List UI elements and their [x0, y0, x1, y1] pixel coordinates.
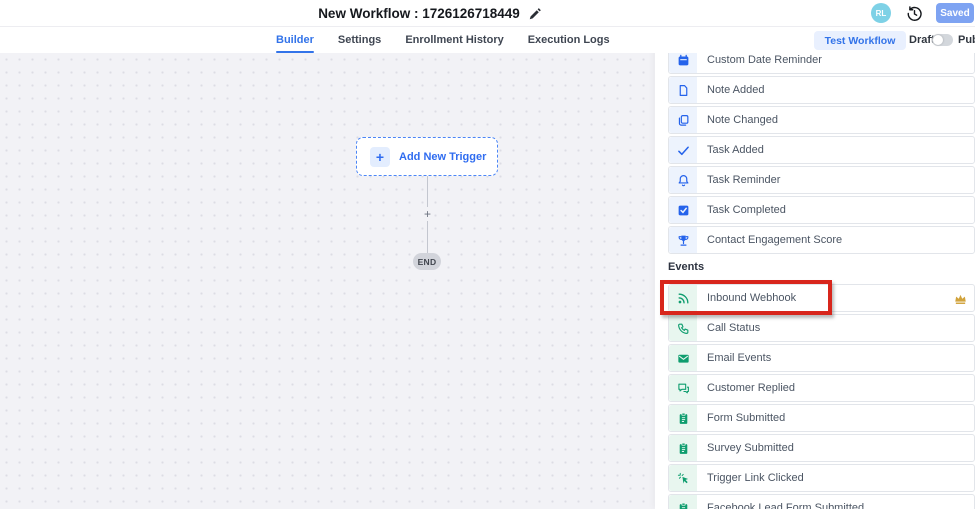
tab-execution-logs[interactable]: Execution Logs	[528, 27, 610, 53]
trigger-item-email-events[interactable]: Email Events	[668, 344, 975, 372]
clipboard-icon	[669, 435, 697, 461]
top-bar: New Workflow : 1726126718449 RL Saved	[0, 0, 975, 27]
toggle-knob	[933, 35, 943, 45]
trigger-item-facebook-lead-form-submitted[interactable]: Facebook Lead Form Submitted	[668, 494, 975, 509]
cursor-click-icon	[669, 465, 697, 491]
bell-icon	[669, 167, 697, 193]
trigger-item-survey-submitted[interactable]: Survey Submitted	[668, 434, 975, 462]
add-new-trigger-button[interactable]: + Add New Trigger	[356, 137, 498, 176]
trigger-item-task-reminder[interactable]: Task Reminder	[668, 166, 975, 194]
test-workflow-button[interactable]: Test Workflow	[814, 31, 906, 50]
tab-builder[interactable]: Builder	[276, 27, 314, 53]
edit-title-pencil-icon[interactable]	[528, 7, 542, 21]
tab-enrollment-history[interactable]: Enrollment History	[405, 27, 503, 53]
trigger-item-customer-replied[interactable]: Customer Replied	[668, 374, 975, 402]
workflow-canvas[interactable]: + Add New Trigger + END	[0, 53, 656, 509]
trigger-item-trigger-link-clicked[interactable]: Trigger Link Clicked	[668, 464, 975, 492]
add-trigger-label: Add New Trigger	[399, 151, 486, 163]
tabs: Builder Settings Enrollment History Exec…	[276, 27, 610, 53]
trigger-sidebar: Custom Date Reminder Note Added Note Cha…	[655, 27, 975, 509]
tab-settings[interactable]: Settings	[338, 27, 381, 53]
version-history-icon[interactable]	[906, 5, 923, 22]
plus-icon: +	[370, 147, 390, 167]
trigger-item-task-completed[interactable]: Task Completed	[668, 196, 975, 224]
trigger-item-inbound-webhook[interactable]: Inbound Webhook	[668, 284, 975, 312]
check-icon	[669, 137, 697, 163]
user-avatar[interactable]: RL	[871, 3, 891, 23]
envelope-icon	[669, 345, 697, 371]
workflow-builder-app: New Workflow : 1726126718449 RL Saved Bu…	[0, 0, 975, 509]
chat-bubbles-icon	[669, 375, 697, 401]
draft-label: Draft	[909, 34, 935, 46]
publish-toggle[interactable]	[932, 34, 953, 46]
trigger-item-note-changed[interactable]: Note Changed	[668, 106, 975, 134]
clipboard-icon	[669, 405, 697, 431]
add-step-plus-icon[interactable]: +	[421, 207, 434, 221]
task-check-icon	[669, 197, 697, 223]
trigger-item-contact-engagement-score[interactable]: Contact Engagement Score	[668, 226, 975, 254]
page-title: New Workflow : 1726126718449	[318, 6, 520, 21]
events-section-header: Events	[668, 261, 704, 273]
saved-button[interactable]: Saved	[936, 3, 974, 23]
trigger-item-call-status[interactable]: Call Status	[668, 314, 975, 342]
trigger-item-note-added[interactable]: Note Added	[668, 76, 975, 104]
trigger-item-form-submitted[interactable]: Form Submitted	[668, 404, 975, 432]
crown-icon	[953, 292, 968, 306]
end-node: END	[413, 253, 441, 270]
note-copy-icon	[669, 107, 697, 133]
title-wrap: New Workflow : 1726126718449	[0, 0, 860, 27]
publish-label: Publish	[958, 34, 975, 46]
webhook-icon	[669, 285, 697, 311]
trophy-icon	[669, 227, 697, 253]
trigger-item-task-added[interactable]: Task Added	[668, 136, 975, 164]
tab-bar: Builder Settings Enrollment History Exec…	[0, 27, 975, 53]
phone-icon	[669, 315, 697, 341]
note-icon	[669, 77, 697, 103]
clipboard-icon	[669, 495, 697, 509]
